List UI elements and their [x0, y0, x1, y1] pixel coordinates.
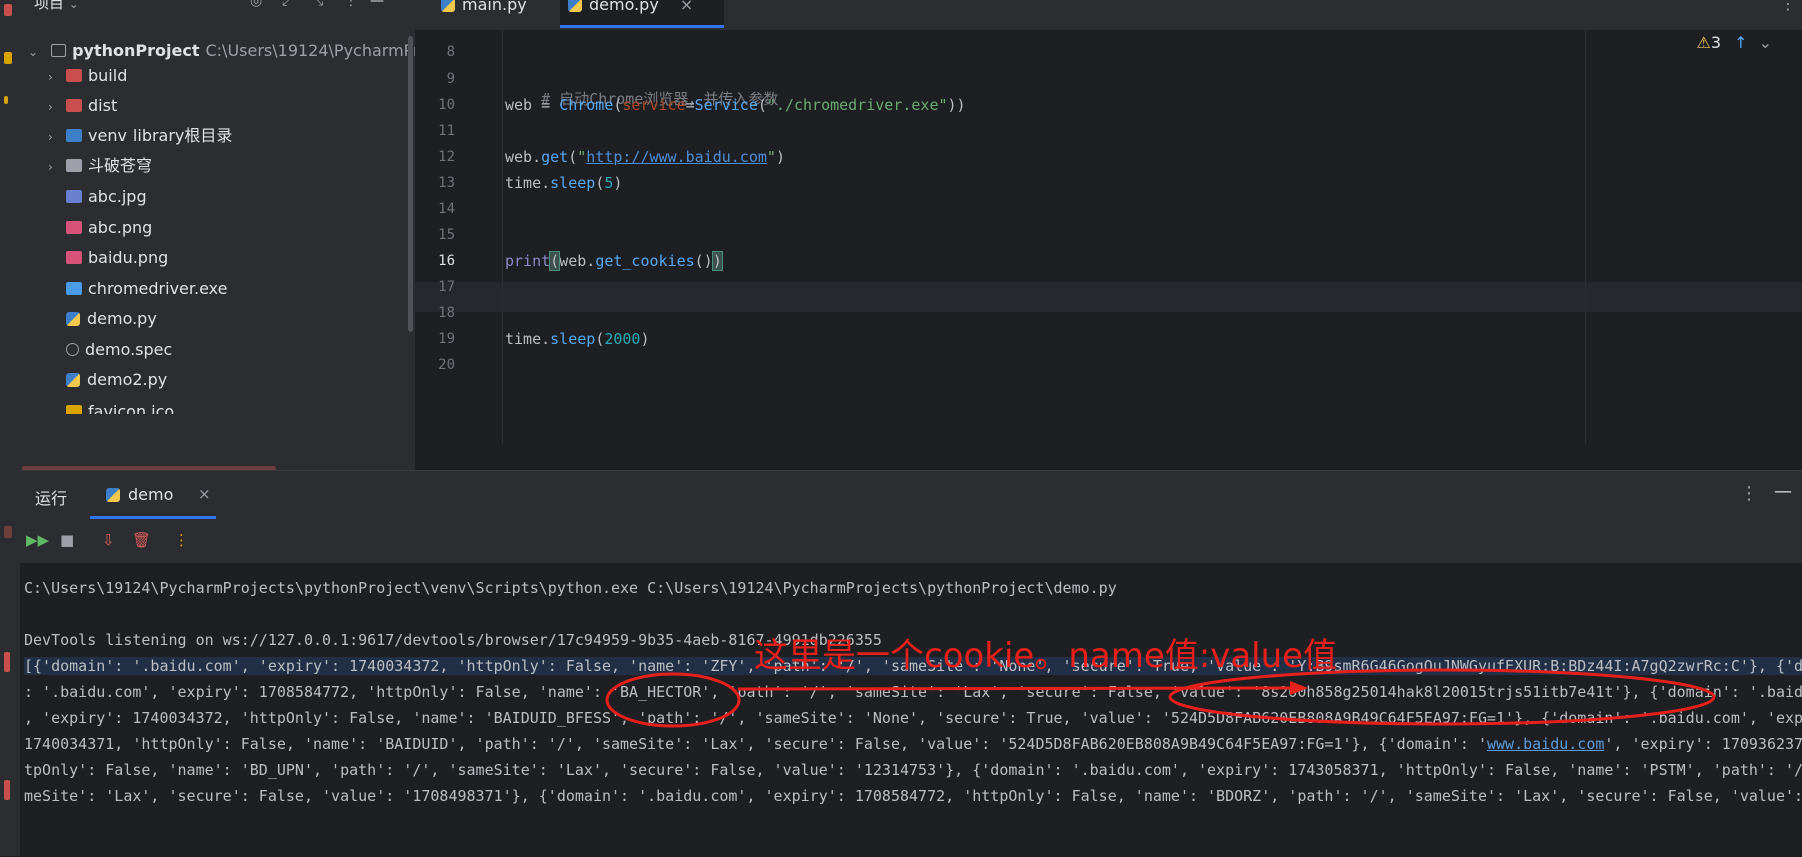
annotation-arrowhead [1290, 681, 1308, 695]
annotation-text: 这里是一个cookie。name值:value值 [754, 636, 1338, 676]
annotation-overlay [605, 668, 1716, 728]
annotation-arrow [737, 686, 1297, 691]
annotation-circle-name [605, 672, 741, 728]
annotation-circle-value [1168, 668, 1716, 726]
